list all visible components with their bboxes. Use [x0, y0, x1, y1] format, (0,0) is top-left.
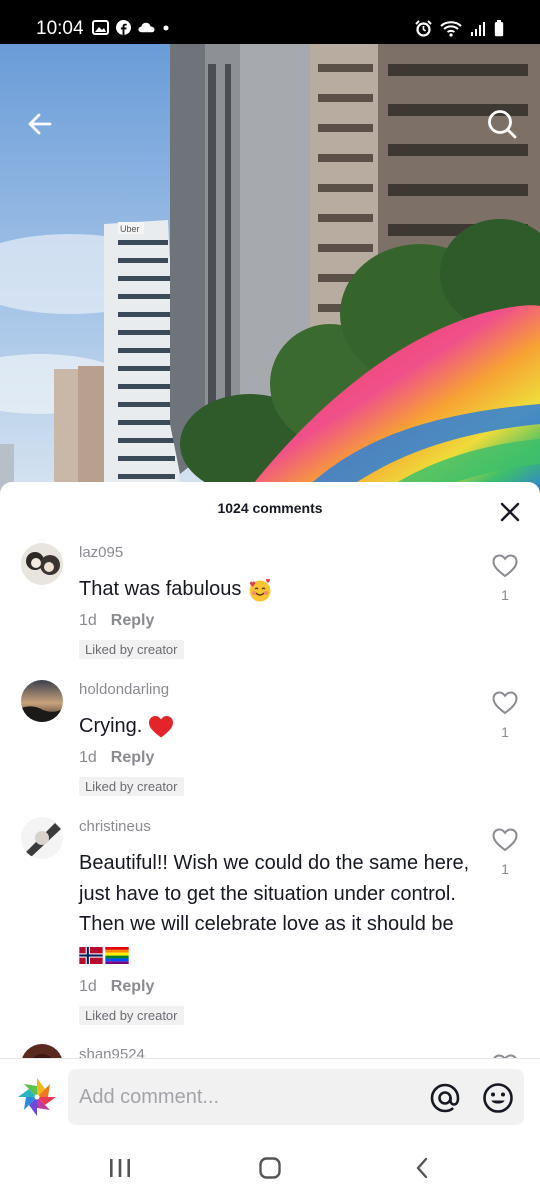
comment-item: holdondarling Crying. 1d Reply Liked by … — [0, 679, 540, 799]
comment-username[interactable]: christineus — [79, 818, 151, 835]
comment-username[interactable]: holdondarling — [79, 681, 169, 698]
gallery-icon — [92, 20, 109, 35]
back-nav-button[interactable] — [402, 1153, 442, 1183]
mention-button[interactable] — [428, 1081, 462, 1115]
heart-icon — [492, 828, 518, 852]
heart-icon — [492, 691, 518, 715]
emoji-icon — [483, 1083, 513, 1113]
like-button[interactable]: 1 — [492, 828, 518, 877]
dot-icon — [163, 25, 169, 30]
home-icon — [259, 1157, 281, 1179]
comment-input-bar — [0, 1059, 540, 1135]
sheet-header: 1024 comments — [0, 482, 540, 534]
norway-flag-icon — [79, 946, 103, 964]
facebook-icon — [116, 20, 131, 35]
recent-apps-button[interactable] — [100, 1153, 140, 1183]
like-count: 1 — [501, 861, 509, 877]
heart-icon — [492, 554, 518, 578]
liked-by-creator-badge: Liked by creator — [79, 640, 184, 659]
search-icon — [488, 110, 517, 139]
comment-age: 1d — [79, 612, 97, 629]
wifi-icon — [440, 21, 462, 37]
rainbow-flag-icon — [105, 946, 129, 964]
search-button[interactable] — [482, 104, 522, 144]
emoji-button[interactable] — [481, 1081, 515, 1115]
comment-text: Beautiful!! Wish we could do the same he… — [79, 848, 474, 970]
avatar[interactable] — [21, 817, 63, 859]
comment-list[interactable]: laz095 That was fabulous 1d Reply Liked … — [0, 534, 540, 1058]
comment-item: shan9524 — [0, 1044, 540, 1058]
liked-by-creator-badge: Liked by creator — [79, 777, 184, 796]
recent-apps-icon — [110, 1159, 130, 1177]
comment-count: 1024 comments — [217, 500, 323, 516]
like-count: 1 — [501, 724, 509, 740]
user-avatar[interactable] — [16, 1076, 58, 1118]
comment-text: That was fabulous — [79, 574, 474, 605]
reply-button[interactable]: Reply — [111, 749, 155, 767]
smiling-hearts-emoji — [249, 578, 271, 602]
reply-button[interactable]: Reply — [111, 612, 155, 630]
reply-button[interactable]: Reply — [111, 978, 155, 996]
comment-item: laz095 That was fabulous 1d Reply Liked … — [0, 542, 540, 662]
like-button[interactable]: 1 — [492, 691, 518, 740]
back-button[interactable] — [20, 104, 60, 144]
pinwheel-icon — [18, 1078, 56, 1116]
cloud-icon — [138, 22, 155, 33]
at-icon — [430, 1083, 460, 1113]
comments-sheet: 1024 comments laz095 That was fabulous 1… — [0, 482, 540, 1200]
comment-username[interactable]: shan9524 — [79, 1046, 145, 1058]
signal-icon — [471, 21, 485, 36]
home-button[interactable] — [250, 1153, 290, 1183]
like-count: 1 — [501, 587, 509, 603]
system-nav-bar — [0, 1135, 540, 1200]
avatar[interactable] — [21, 1044, 63, 1058]
liked-by-creator-badge: Liked by creator — [79, 1006, 184, 1025]
red-heart-emoji — [148, 715, 173, 738]
avatar[interactable] — [21, 543, 63, 585]
alarm-icon — [415, 20, 432, 37]
comment-text: Crying. — [79, 711, 474, 742]
comment-item: christineus Beautiful!! Wish we could do… — [0, 816, 540, 1028]
status-bar: 10:04 — [0, 0, 540, 44]
comment-age: 1d — [79, 749, 97, 766]
avatar[interactable] — [21, 680, 63, 722]
close-icon — [500, 502, 520, 522]
status-time: 10:04 — [36, 18, 84, 39]
like-button[interactable]: 1 — [492, 554, 518, 603]
video-player[interactable]: Uber — [0, 44, 540, 494]
comment-username[interactable]: laz095 — [79, 544, 123, 561]
close-button[interactable] — [498, 500, 522, 524]
arrow-left-icon — [28, 113, 52, 135]
battery-icon — [494, 20, 504, 37]
chevron-left-icon — [416, 1157, 428, 1179]
video-frame: Uber — [0, 44, 540, 494]
building-sign: Uber — [120, 224, 140, 234]
flag-emojis — [79, 946, 129, 964]
comment-age: 1d — [79, 978, 97, 995]
